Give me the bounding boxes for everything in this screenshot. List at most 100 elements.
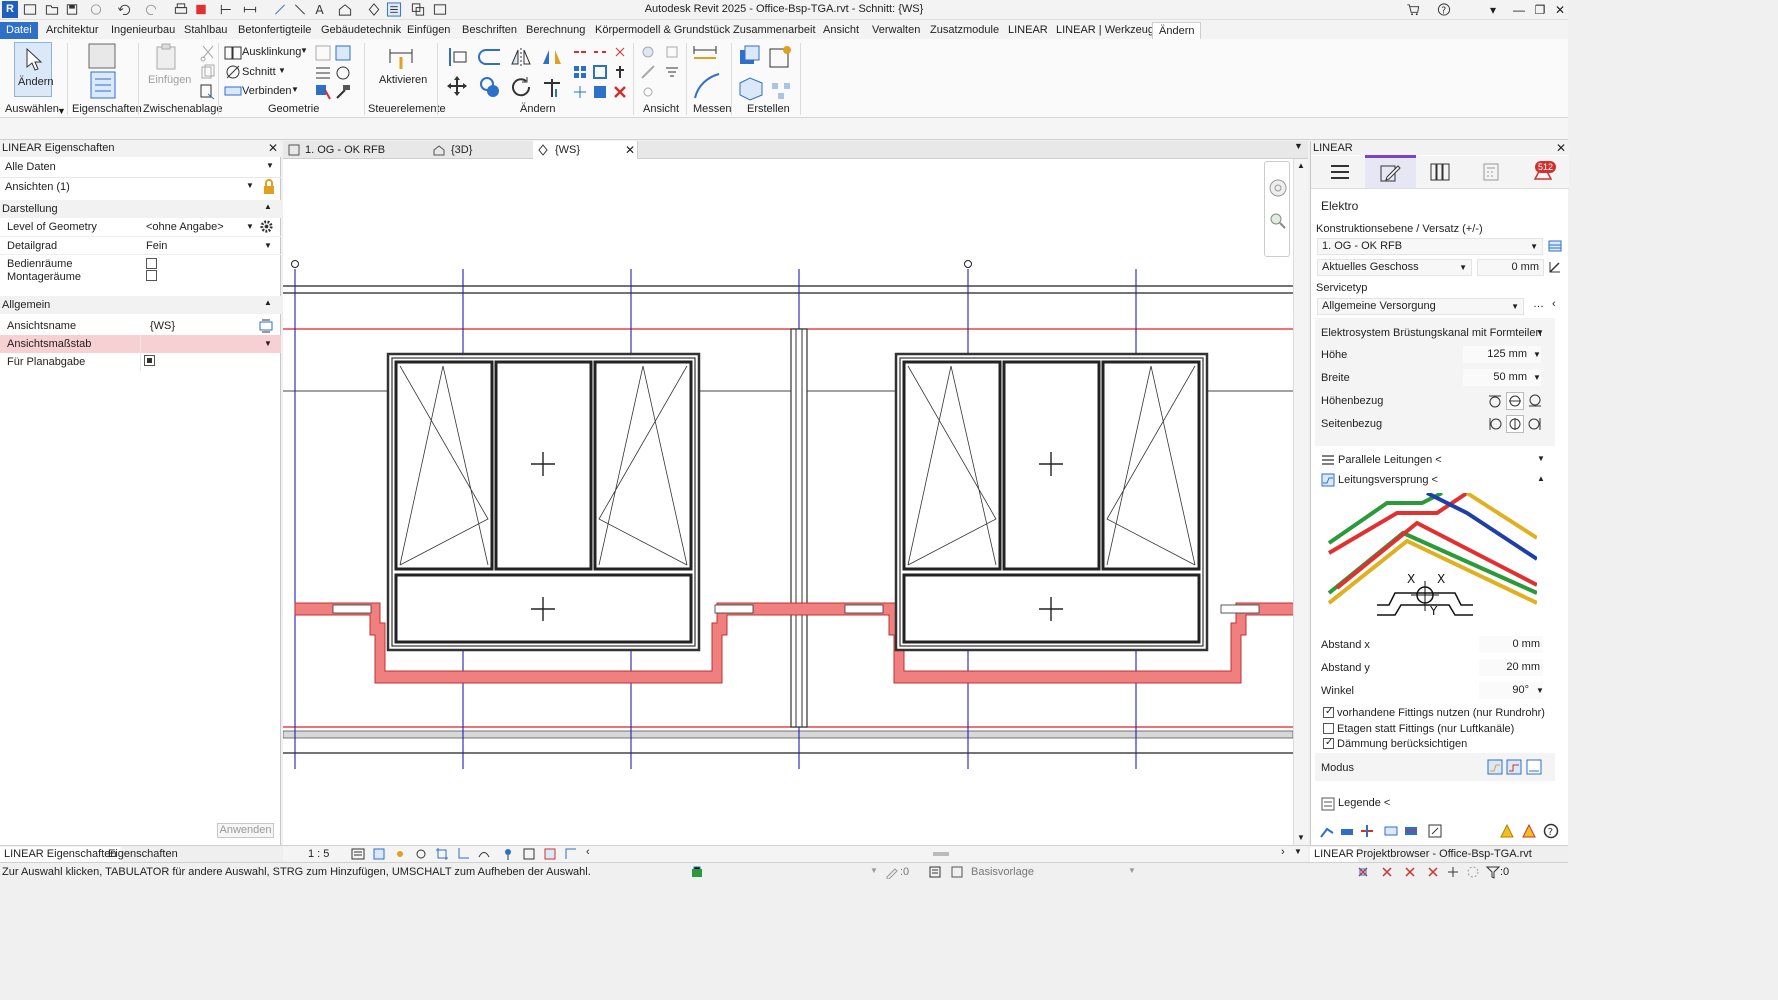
tab-ansicht[interactable]: Ansicht [817,22,865,39]
dimension-tool-icon[interactable] [692,71,722,101]
activate-controls-icon[interactable] [386,43,416,73]
tab-linear[interactable]: LINEAR [1002,22,1054,39]
height-ref-center-icon[interactable] [1506,392,1524,410]
paint-icon[interactable] [333,63,353,83]
edit-field-icon[interactable] [259,319,273,333]
tab-zusatzmodule[interactable]: Zusatzmodule [924,22,1005,39]
split-gap-icon[interactable] [592,44,608,60]
temp-properties-icon[interactable] [543,847,557,861]
tool-edit-icon[interactable] [1427,823,1443,839]
chevron-right-icon[interactable]: › [1281,846,1285,858]
tool-split-icon[interactable] [1359,823,1375,839]
parallel-lines-label[interactable]: Parallele Leitungen < [1338,454,1442,466]
chevron-down-icon[interactable]: ▼ [300,46,308,55]
legend-label[interactable]: Legende < [1338,797,1390,809]
group-select-label[interactable]: Auswählen [5,103,59,115]
pick-offset-icon[interactable] [1547,259,1563,275]
detail-value[interactable]: Fein [146,240,167,252]
selector-dropdown[interactable]: Ansichten (1) ▼ [0,177,281,195]
template-value[interactable]: Basisvorlage [971,866,1034,878]
opt-levels-checkbox[interactable] [1323,723,1334,734]
tab-berechnung[interactable]: Berechnung [520,22,591,39]
paste-icon[interactable] [152,43,182,73]
chevron-down-icon[interactable]: ▼ [1533,350,1541,359]
cut-icon[interactable] [198,43,218,63]
bottom-tab-project-browser[interactable]: Projektbrowser - Office-Bsp-TGA.rvt [1352,847,1536,863]
chevron-down-icon[interactable]: ▼ [870,866,878,875]
bottom-tab-properties[interactable]: Eigenschaften [104,847,182,863]
collapse-icon[interactable]: ▲ [264,202,272,211]
chevron-down-icon[interactable]: ▼ [57,106,66,116]
cut-geometry-icon[interactable] [223,62,243,82]
tab-stahlbau[interactable]: Stahlbau [178,22,233,39]
chevron-left-icon[interactable]: ‹ [586,846,590,858]
cope-icon[interactable] [223,43,243,63]
copy-elements-icon[interactable] [478,75,502,99]
drawing-canvas[interactable] [282,159,1309,845]
chevron-down-icon[interactable]: ▼ [1294,847,1302,856]
split-face-icon[interactable] [313,43,333,63]
chevron-down-icon[interactable]: ▼ [264,339,272,348]
tab-architektur[interactable]: Architektur [40,22,105,39]
mounting-rooms-checkbox[interactable] [146,270,157,281]
close-icon[interactable]: ✕ [625,141,635,159]
mode-option-2-icon[interactable] [1506,759,1522,775]
zoom-icon[interactable] [1269,212,1287,230]
wall-joins-icon[interactable] [313,63,333,83]
tab-koerpermodell[interactable]: Körpermodell & Grundstück [589,22,736,39]
create-similar-icon[interactable] [769,75,795,101]
chevron-down-icon[interactable]: ▼ [1297,833,1305,842]
tab-beschriften[interactable]: Beschriften [456,22,523,39]
storey-dropdown[interactable]: Aktuelles Geschoss ▼ [1317,259,1472,276]
cart-icon[interactable] [1405,2,1421,17]
elec-system-dropdown[interactable]: Brüstungskanal mit Formteilen ▼ [1393,327,1551,339]
levels-icon[interactable] [1547,238,1563,254]
offset-icon[interactable] [476,46,502,68]
tab-einfuegen[interactable]: Einfügen [401,22,456,39]
angle-input[interactable]: 90° [1479,682,1543,699]
trim-single-icon[interactable] [572,84,588,100]
chevron-up-icon[interactable]: ▲ [1297,161,1305,170]
copy-icon[interactable] [198,63,218,83]
tab-zusammenarbeit[interactable]: Zusammenarbeit [727,22,822,39]
measure-distance-icon[interactable] [692,44,718,64]
template-icon[interactable] [950,865,964,879]
properties-icon[interactable] [86,42,118,102]
log-value[interactable]: <ohne Angabe> [146,221,224,233]
visual-style-icon[interactable] [372,847,386,861]
array-icon[interactable] [572,64,588,80]
plan-output-checkbox[interactable] [144,355,155,366]
view-scale-dropdown[interactable] [140,335,276,353]
reveal-hidden-icon[interactable] [522,847,536,861]
create-group-icon[interactable] [767,44,793,70]
vertical-scrollbar[interactable]: ▲ ▼ [1293,159,1308,845]
horizontal-scroll-thumb[interactable] [933,852,949,856]
chevron-down-icon[interactable]: ▼ [1536,686,1544,695]
offset-jump-label[interactable]: Leitungsversprung < [1338,474,1438,486]
height-ref-top-icon[interactable] [1487,393,1503,409]
create-part-icon[interactable] [737,44,763,70]
chevron-down-icon[interactable]: ▼ [246,222,254,231]
tool-insert-icon[interactable] [1383,823,1399,839]
dist-y-input[interactable]: 20 mm [1479,659,1543,676]
override-graphics-icon[interactable] [640,44,656,60]
help-icon[interactable]: ? [1436,2,1452,17]
tab-view-3d[interactable]: {3D} [429,141,529,159]
dist-x-input[interactable]: 0 mm [1479,636,1543,653]
editable-only-icon[interactable] [885,865,899,879]
chevron-down-icon[interactable]: ▼ [278,66,286,75]
demolish-icon[interactable] [313,82,333,102]
hammer-icon[interactable] [333,82,353,102]
delete-icon[interactable] [612,84,628,100]
side-ref-right-icon[interactable] [1527,416,1543,432]
cut-geometry-label[interactable]: Schnitt [242,66,276,78]
tabs-menu-icon[interactable]: ▼ [1294,141,1303,151]
height-input[interactable]: 125 mm [1463,346,1541,363]
side-ref-center-icon[interactable] [1506,415,1524,433]
create-assembly-icon[interactable] [737,75,765,101]
tool-route-icon[interactable] [1319,823,1335,839]
workset-icon[interactable] [690,865,704,879]
hide-icon[interactable] [664,44,680,60]
select-underlay-icon[interactable] [1380,865,1394,879]
linework-icon[interactable] [640,64,656,80]
